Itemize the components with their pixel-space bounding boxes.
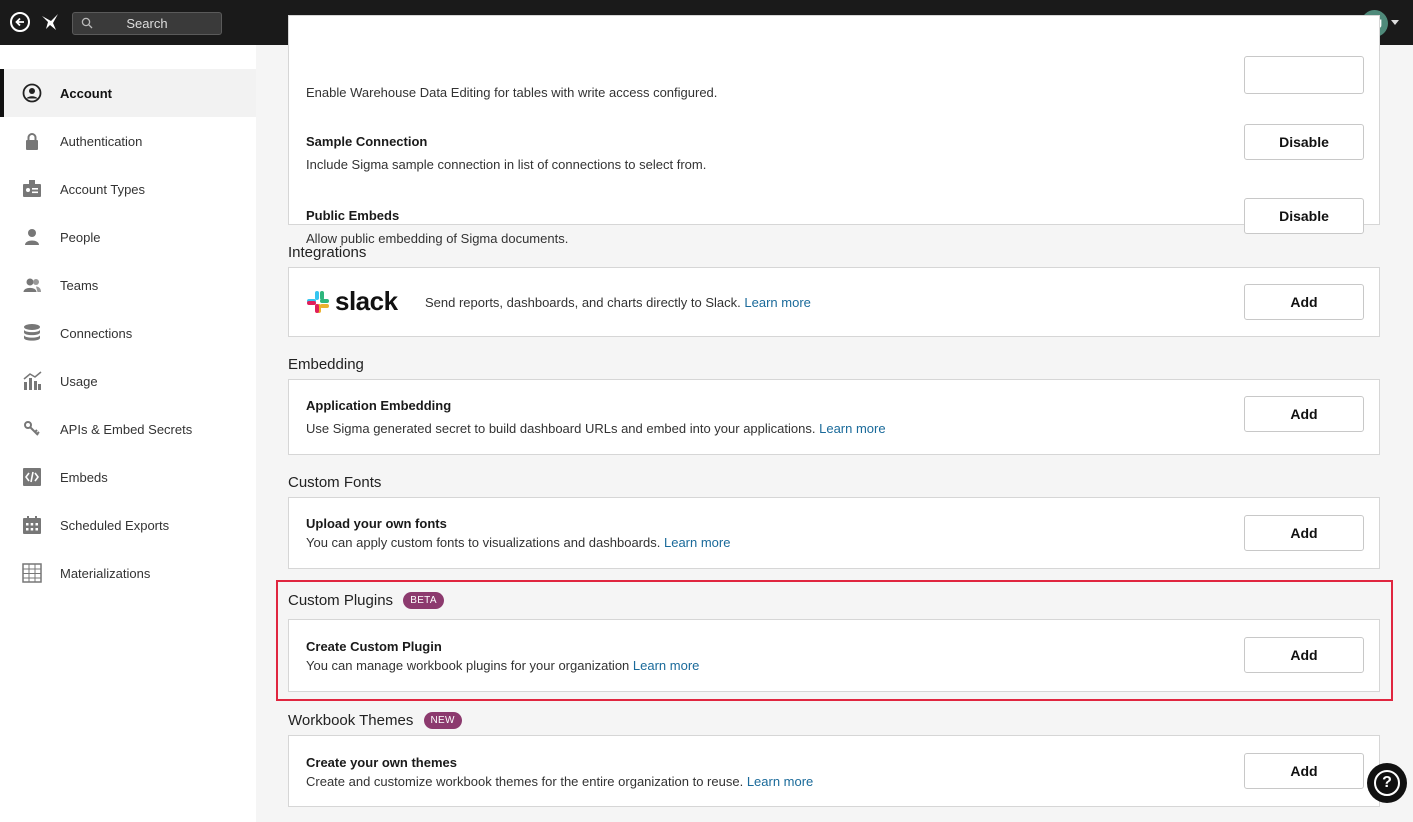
sidebar: Account Authentication Account Types Peo… <box>0 45 256 822</box>
lock-icon <box>26 133 38 150</box>
sidebar-item-usage[interactable]: Usage <box>0 357 256 405</box>
help-button[interactable]: ? <box>1367 763 1407 803</box>
question-mark-icon: ? <box>1374 770 1400 796</box>
create-themes-description-text: Create and customize workbook themes for… <box>306 774 744 789</box>
sidebar-item-label: Authentication <box>60 133 143 149</box>
code-icon <box>23 468 41 486</box>
search-input[interactable]: Search <box>72 12 222 35</box>
sidebar-item-label: People <box>60 229 101 245</box>
sidebar-item-label: Scheduled Exports <box>60 517 170 533</box>
workbook-themes-add-button[interactable]: Add <box>1244 753 1364 789</box>
sidebar-item-label: Account Types <box>60 181 146 197</box>
features-card-overlay <box>288 15 1380 225</box>
key-icon <box>24 421 40 436</box>
workbook-themes-section-label: Workbook Themes <box>288 712 414 729</box>
main-content: Enable Warehouse Data Editing for tables… <box>256 15 1413 822</box>
sidebar-item-scheduled-exports[interactable]: Scheduled Exports <box>0 501 256 549</box>
sigma-logo-icon[interactable] <box>40 12 60 32</box>
team-icon <box>23 278 41 292</box>
workbook-themes-card: Create your own themes Create and custom… <box>288 735 1380 807</box>
database-icon <box>24 324 40 341</box>
sidebar-item-authentication[interactable]: Authentication <box>0 117 256 165</box>
upload-fonts-description-text: You can apply custom fonts to visualizat… <box>306 535 661 550</box>
sidebar-item-materializations[interactable]: Materializations <box>0 549 256 597</box>
sidebar-item-apis-embed-secrets[interactable]: APIs & Embed Secrets <box>0 405 256 453</box>
search-placeholder: Search <box>126 16 168 31</box>
create-themes-title: Create your own themes <box>306 755 457 770</box>
themes-learn-more-link[interactable]: Learn more <box>747 774 813 789</box>
sidebar-item-label: Account <box>60 85 112 101</box>
workbook-themes-section-title: Workbook Themes NEW <box>288 712 462 729</box>
sidebar-item-label: Connections <box>60 325 133 341</box>
upload-fonts-description: You can apply custom fonts to visualizat… <box>306 535 730 550</box>
application-embedding-description: Use Sigma generated secret to build dash… <box>306 421 886 436</box>
sidebar-item-label: Materializations <box>60 565 151 581</box>
sidebar-item-people[interactable]: People <box>0 213 256 261</box>
slack-description: Send reports, dashboards, and charts dir… <box>425 295 811 310</box>
create-themes-description: Create and customize workbook themes for… <box>306 774 813 789</box>
chevron-down-icon[interactable] <box>1391 20 1399 25</box>
new-badge: NEW <box>423 712 462 729</box>
slack-wordmark: slack <box>335 286 398 316</box>
sidebar-item-account[interactable]: Account <box>0 69 256 117</box>
embedding-card: Application Embedding Use Sigma generate… <box>288 379 1380 455</box>
person-icon <box>25 229 39 245</box>
id-card-icon <box>23 180 41 197</box>
usage-chart-icon <box>23 371 42 390</box>
embedding-learn-more-link[interactable]: Learn more <box>819 421 885 436</box>
user-circle-icon <box>22 83 42 103</box>
sidebar-item-embeds[interactable]: Embeds <box>0 453 256 501</box>
slack-add-button[interactable]: Add <box>1244 284 1364 320</box>
slack-learn-more-link[interactable]: Learn more <box>744 295 810 310</box>
sidebar-item-label: APIs & Embed Secrets <box>60 421 193 437</box>
slack-logo-icon <box>307 291 329 313</box>
slack-description-text: Send reports, dashboards, and charts dir… <box>425 295 741 310</box>
upload-fonts-title: Upload your own fonts <box>306 516 447 531</box>
custom-plugins-highlight <box>276 580 1393 701</box>
custom-fonts-add-button[interactable]: Add <box>1244 515 1364 551</box>
sidebar-item-account-types[interactable]: Account Types <box>0 165 256 213</box>
calendar-icon <box>23 516 41 534</box>
integrations-section-title: Integrations <box>288 244 367 261</box>
application-embedding-title: Application Embedding <box>306 398 452 413</box>
back-icon[interactable] <box>10 12 30 32</box>
fonts-learn-more-link[interactable]: Learn more <box>664 535 730 550</box>
application-embedding-description-text: Use Sigma generated secret to build dash… <box>306 421 816 436</box>
sidebar-item-label: Teams <box>60 277 99 293</box>
grid-table-icon <box>22 563 42 583</box>
sidebar-item-teams[interactable]: Teams <box>0 261 256 309</box>
custom-fonts-section-title: Custom Fonts <box>288 474 382 491</box>
embedding-section-title: Embedding <box>288 356 364 373</box>
sidebar-item-connections[interactable]: Connections <box>0 309 256 357</box>
embedding-add-button[interactable]: Add <box>1244 396 1364 432</box>
sidebar-item-label: Embeds <box>60 469 108 485</box>
integrations-card: slack Send reports, dashboards, and char… <box>288 267 1380 337</box>
sidebar-item-label: Usage <box>60 373 98 389</box>
custom-fonts-card: Upload your own fonts You can apply cust… <box>288 497 1380 569</box>
